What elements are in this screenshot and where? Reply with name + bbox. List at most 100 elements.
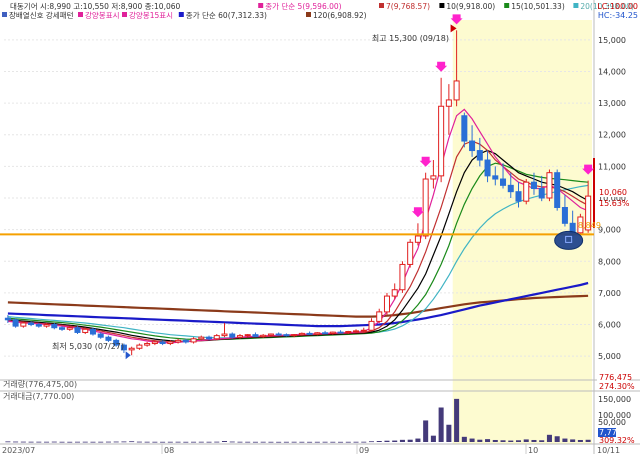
amount-bar-27: [214, 441, 220, 443]
amount-bar-50: [392, 440, 398, 442]
amount-bar-35: [276, 441, 282, 443]
candle-body: [546, 172, 553, 199]
candle-body: [275, 333, 282, 336]
amount-bar-19: [152, 441, 158, 443]
legend-item: 강양봉표시: [85, 10, 120, 20]
amount-bar-3: [28, 441, 34, 443]
candle-body: [298, 332, 305, 336]
legend-swatch: [379, 3, 384, 8]
candle-body: [306, 332, 313, 335]
amount-bar-41: [322, 441, 328, 443]
current-pct-label: 15.63%: [599, 199, 630, 208]
candle-body: [368, 320, 375, 331]
candle-body: [252, 334, 259, 338]
candle-body: [175, 339, 182, 343]
amount-bar-40: [314, 441, 320, 443]
lc-label: LC:100.00: [597, 2, 638, 11]
candle-body: [445, 99, 452, 107]
amount-bar-69: [539, 440, 545, 442]
candle-body: [35, 324, 42, 327]
amount-pct-label: 309.32%: [599, 436, 635, 445]
amount-bar-8: [67, 441, 73, 443]
price-tick-label: 8,000: [598, 257, 621, 266]
legend-item: 종가 단순 5(9,596.00): [265, 1, 341, 11]
price-tick-label: 9,000: [598, 226, 621, 235]
amount-bar-72: [562, 438, 568, 442]
candle-body: [360, 329, 367, 332]
candle-body: [4, 317, 11, 321]
candle-body: [97, 333, 104, 338]
legend-item: 15(10,501.33): [511, 2, 565, 11]
price-tick-label: 11,000: [598, 162, 626, 171]
amount-bar-67: [523, 439, 529, 442]
amount-bar-23: [183, 441, 189, 443]
amount-bar-39: [307, 441, 313, 443]
candle-body: [414, 235, 421, 243]
amount-bar-60: [469, 438, 475, 442]
amount-bar-29: [229, 441, 235, 443]
amount-bar-16: [129, 441, 135, 443]
amount-bar-47: [368, 441, 375, 443]
amount-bar-17: [136, 441, 142, 443]
legend-swatch: [178, 12, 184, 17]
legend-swatch: [439, 3, 445, 8]
candle-body: [198, 336, 205, 340]
amount-bar-9: [74, 441, 81, 443]
candle-body: [59, 327, 66, 330]
amount-bar-48: [376, 440, 382, 442]
candle-38: [298, 332, 305, 336]
legend-swatch: [306, 12, 311, 17]
current-price-label: 10,060: [599, 188, 627, 197]
candle-body: [407, 241, 414, 265]
time-axis-label: 09: [359, 446, 369, 454]
candle-49: [383, 292, 390, 316]
amount-bar-65: [508, 440, 514, 442]
stock-chart: 5,0006,0007,0008,0009,00010,00011,00012,…: [0, 0, 640, 454]
amount-bar-58: [454, 398, 460, 442]
candle-body: [229, 333, 236, 338]
price-tick-label: 12,000: [598, 131, 626, 140]
candle-body: [561, 206, 568, 224]
candle-body: [89, 328, 96, 335]
candle-body: [260, 334, 267, 338]
legend-item: 10(9,918.00): [446, 2, 495, 11]
candle-body: [283, 334, 290, 337]
candle-body: [105, 336, 112, 341]
candle-body: [74, 327, 81, 333]
candle-body: [206, 336, 213, 340]
candle-body: [515, 191, 522, 202]
amount-bar-73: [570, 439, 576, 442]
candle-body: [322, 332, 329, 335]
candle-body: [82, 328, 89, 333]
amount-bar-56: [438, 407, 444, 442]
amount-bar-14: [113, 441, 119, 443]
legend-item: 강양봉15표시: [129, 10, 173, 20]
price-tick-label: 6,000: [598, 321, 621, 330]
candle-body: [167, 341, 174, 345]
legend-swatch: [573, 3, 579, 8]
amount-bar-22: [175, 441, 181, 443]
candle-body: [20, 322, 27, 327]
price-tick-label: 15,000: [598, 36, 626, 45]
legend-swatch: [504, 3, 510, 8]
amount-bar-20: [160, 441, 166, 443]
candle-1: [12, 318, 19, 328]
candle-body: [182, 339, 189, 343]
amount-bar-6: [51, 441, 57, 443]
candle-body: [267, 333, 274, 336]
candle-body: [399, 263, 406, 291]
candle-body: [136, 344, 143, 349]
candle-body: [244, 334, 251, 337]
candle-body: [28, 322, 35, 326]
candle-body: [314, 332, 321, 335]
amount-bar-74: [577, 439, 583, 442]
candle-54: [422, 172, 429, 240]
candle-body: [66, 327, 73, 330]
amount-bar-57: [446, 424, 452, 442]
time-axis-label: 2023/07: [2, 446, 35, 454]
amount-bar-54: [423, 420, 429, 442]
support-value-label: 8,849: [578, 221, 601, 230]
candle-body: [461, 115, 468, 142]
candle-71: [554, 169, 561, 211]
price-tick-label: 7,000: [598, 289, 621, 298]
